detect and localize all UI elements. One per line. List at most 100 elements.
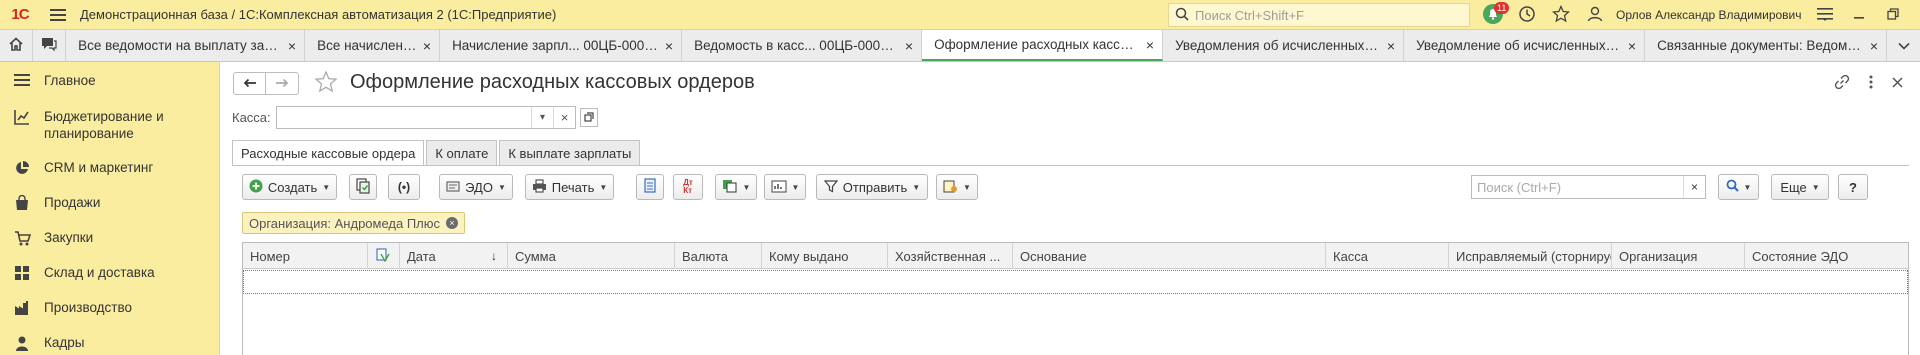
tab-to-pay[interactable]: К оплате	[426, 140, 498, 165]
tab-cash-statement[interactable]: Ведомость в касс... 00ЦБ-000001 ×	[682, 30, 923, 61]
close-tab-icon[interactable]: ×	[1870, 38, 1878, 54]
journal-button[interactable]	[636, 174, 664, 200]
settings-menu-button[interactable]	[1808, 0, 1842, 30]
organization-filter-tag[interactable]: Организация: Андромеда Плюс ×	[242, 212, 466, 234]
sidebar-item-label: Кадры	[44, 335, 85, 350]
attachments-button[interactable]: ▼	[936, 174, 978, 200]
tab-tax-notification[interactable]: Уведомление об исчисленных с... ×	[1404, 30, 1646, 61]
sidebar-item-sales[interactable]: Продажи	[0, 194, 110, 211]
sidebar-item-hr[interactable]: Кадры	[0, 334, 94, 351]
tab-related-documents[interactable]: Связанные документы: Ведомо... ×	[1645, 30, 1888, 61]
column-header-cashbox[interactable]: Касса	[1326, 243, 1449, 269]
sidebar-item-main[interactable]: Главное	[0, 72, 106, 89]
remove-filter-icon[interactable]: ×	[446, 217, 459, 229]
print-button-label: Печать	[551, 179, 595, 195]
sidebar-item-budgeting[interactable]: Бюджетирование и планирование	[0, 108, 210, 142]
tab-cash-orders[interactable]: Оформление расходных кассовых ... ×	[922, 30, 1164, 61]
tabs-scroll-button[interactable]	[1887, 30, 1920, 61]
notification-badge: 11	[1494, 2, 1510, 14]
notifications-button[interactable]: 11	[1476, 0, 1510, 30]
edo-button[interactable]: ЭДО ▼	[439, 174, 513, 200]
column-header-edo-status[interactable]: Состояние ЭДО	[1745, 243, 1908, 269]
copy-link-button[interactable]	[1832, 73, 1852, 93]
column-header-attachment[interactable]	[368, 243, 400, 269]
sidebar-item-warehouse[interactable]: Склад и доставка	[0, 264, 165, 281]
debit-credit-button[interactable]: Дт Кт	[673, 174, 703, 200]
column-label: Валюта	[682, 248, 728, 264]
send-button[interactable]: Отправить ▼	[816, 174, 928, 200]
user-name[interactable]: Орлов Александр Владимирович	[1616, 8, 1802, 22]
printer-icon	[532, 178, 547, 196]
close-form-button[interactable]	[1887, 73, 1907, 93]
discussions-button[interactable]	[33, 30, 67, 61]
create-button[interactable]: Создать ▼	[242, 174, 337, 200]
tab-payroll-accrual[interactable]: Начисление зарпл... 00ЦБ-000001 ×	[440, 30, 683, 61]
clear-search-icon[interactable]: ×	[1683, 176, 1705, 198]
kassa-field[interactable]: ▾ ×	[276, 106, 576, 129]
minimize-button[interactable]	[1842, 0, 1876, 30]
favorites-button[interactable]	[1544, 0, 1578, 30]
more-actions-button[interactable]	[1861, 73, 1881, 93]
column-header-business-operation[interactable]: Хозяйственная ...	[888, 243, 1013, 269]
sidebar-item-purchases[interactable]: Закупки	[0, 229, 103, 246]
reports-button[interactable]: ▼	[764, 174, 806, 200]
close-tab-icon[interactable]: ×	[1628, 38, 1636, 54]
close-tab-icon[interactable]: ×	[665, 38, 673, 54]
copy-document-button[interactable]	[349, 174, 377, 200]
tab-salary-payout[interactable]: К выплате зарплаты	[499, 140, 641, 165]
related-documents-button[interactable]: (•)	[388, 174, 420, 200]
triangle-down-icon: ▼	[742, 182, 751, 192]
close-tab-icon[interactable]: ×	[1387, 38, 1395, 54]
triangle-down-icon: ▼	[791, 182, 800, 192]
column-header-currency[interactable]: Валюта	[675, 243, 762, 269]
sections-sidebar: Главное Бюджетирование и планирование CR…	[0, 62, 220, 355]
create-based-on-button[interactable]: ▼	[715, 174, 757, 200]
column-header-basis[interactable]: Основание	[1013, 243, 1326, 269]
main-menu-icon[interactable]	[40, 0, 76, 30]
column-header-corrected[interactable]: Исправляемый (сторнируем...	[1449, 243, 1612, 269]
close-window-button[interactable]	[1910, 0, 1920, 30]
tab-all-payroll-statements[interactable]: Все ведомости на выплату зарпл... ×	[66, 30, 306, 61]
tab-cash-orders-list[interactable]: Расходные кассовые ордера	[232, 140, 425, 166]
attachment-column-icon	[376, 247, 390, 265]
kassa-input[interactable]	[277, 107, 531, 128]
print-button[interactable]: Печать ▼	[525, 174, 614, 200]
column-header-amount[interactable]: Сумма	[508, 243, 675, 269]
column-header-date[interactable]: Дата ↓	[400, 243, 508, 269]
forward-button[interactable]	[266, 73, 298, 94]
close-tab-icon[interactable]: ×	[423, 38, 431, 54]
chart-icon	[14, 108, 44, 125]
triangle-down-icon: ▼	[322, 182, 331, 192]
pie-chart-icon	[14, 159, 44, 176]
add-to-favorites-star-icon[interactable]	[314, 70, 338, 97]
restore-button[interactable]	[1876, 0, 1910, 30]
arrow-left-icon	[243, 76, 257, 91]
sidebar-item-crm[interactable]: CRM и маркетинг	[0, 159, 163, 176]
kassa-label: Касса:	[232, 110, 271, 125]
tab-all-accruals[interactable]: Все начисления ×	[305, 30, 441, 61]
close-tab-icon[interactable]: ×	[905, 38, 913, 54]
clear-icon: ×	[560, 110, 569, 125]
more-button[interactable]: Еще ▼	[1771, 174, 1829, 200]
close-tab-icon[interactable]: ×	[1146, 37, 1154, 53]
user-button[interactable]	[1578, 0, 1612, 30]
kassa-clear-button[interactable]: ×	[553, 107, 575, 128]
search-button[interactable]: ▼	[1718, 174, 1759, 200]
kassa-dropdown-button[interactable]: ▾	[531, 107, 553, 128]
column-header-number[interactable]: Номер	[243, 243, 368, 269]
history-button[interactable]	[1510, 0, 1544, 30]
tab-tax-notifications[interactable]: Уведомления об исчисленных с... ×	[1163, 30, 1405, 61]
sidebar-item-production[interactable]: Производство	[0, 299, 142, 316]
back-button[interactable]	[234, 73, 266, 94]
list-search-input[interactable]: Поиск (Ctrl+F) ×	[1471, 175, 1706, 199]
table-row[interactable]	[243, 270, 1908, 294]
home-button[interactable]	[0, 30, 34, 61]
help-button[interactable]: ?	[1838, 174, 1868, 200]
column-header-organization[interactable]: Организация	[1612, 243, 1745, 269]
global-search-input[interactable]: Поиск Ctrl+Shift+F	[1168, 3, 1470, 27]
app-logo[interactable]: 1С	[0, 0, 40, 30]
kassa-open-button[interactable]	[580, 108, 598, 127]
sidebar-item-label: Бюджетирование и планирование	[44, 109, 164, 141]
column-header-recipient[interactable]: Кому выдано	[762, 243, 888, 269]
close-tab-icon[interactable]: ×	[288, 38, 296, 54]
